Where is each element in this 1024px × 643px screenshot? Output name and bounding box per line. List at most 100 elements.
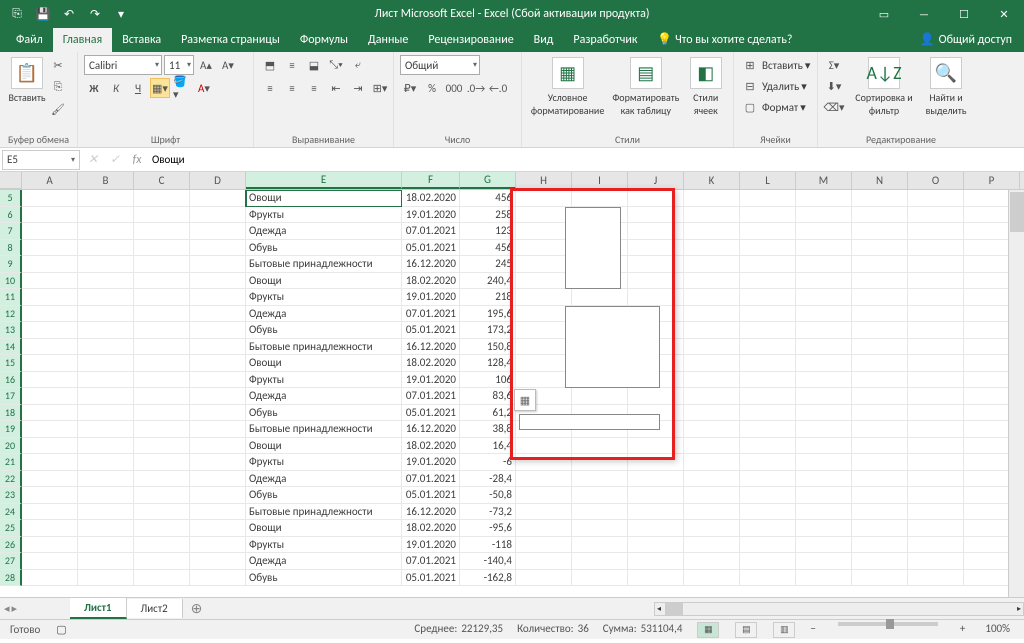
cell-H13[interactable] (516, 322, 572, 339)
row-header-9[interactable]: 9 (0, 256, 22, 273)
cell-G16[interactable]: 106 (460, 372, 516, 389)
cell-D22[interactable] (190, 471, 246, 488)
cell-B13[interactable] (78, 322, 134, 339)
cell-H11[interactable] (516, 289, 572, 306)
cell-C25[interactable] (134, 520, 190, 537)
sheet-nav-next-icon[interactable]: ▸ (12, 602, 18, 615)
column-header-F[interactable]: F (402, 172, 460, 189)
column-header-I[interactable]: I (572, 172, 628, 189)
cell-C23[interactable] (134, 487, 190, 504)
worksheet-grid[interactable]: ABCDEFGHIJKLMNOP 5Овощи18.02.20204566Фру… (0, 172, 1024, 597)
cell-J6[interactable] (628, 207, 684, 224)
cell-H24[interactable] (516, 504, 572, 521)
comma-icon[interactable]: 000 (444, 78, 464, 98)
vertical-scrollbar[interactable] (1008, 190, 1024, 597)
cell-L14[interactable] (740, 339, 796, 356)
cell-N13[interactable] (852, 322, 908, 339)
cell-I11[interactable] (572, 289, 628, 306)
cell-M6[interactable] (796, 207, 852, 224)
cell-O12[interactable] (908, 306, 964, 323)
cell-O21[interactable] (908, 454, 964, 471)
cell-A18[interactable] (22, 405, 78, 422)
cell-O26[interactable] (908, 537, 964, 554)
cell-G9[interactable]: 245 (460, 256, 516, 273)
cell-F21[interactable]: 19.01.2020 (402, 454, 460, 471)
conditional-formatting-button[interactable]: ▦Условное форматирование (528, 55, 607, 119)
cell-C18[interactable] (134, 405, 190, 422)
cell-B9[interactable] (78, 256, 134, 273)
view-normal-icon[interactable]: ▦ (697, 622, 719, 638)
cell-N10[interactable] (852, 273, 908, 290)
cell-I17[interactable] (572, 388, 628, 405)
cell-G5[interactable]: 456 (460, 190, 516, 207)
cell-E25[interactable]: Овощи (246, 520, 402, 537)
cell-A26[interactable] (22, 537, 78, 554)
cell-N21[interactable] (852, 454, 908, 471)
cell-G13[interactable]: 173,2 (460, 322, 516, 339)
cell-O6[interactable] (908, 207, 964, 224)
cell-D25[interactable] (190, 520, 246, 537)
cell-F6[interactable]: 19.01.2020 (402, 207, 460, 224)
cell-A7[interactable] (22, 223, 78, 240)
cell-J21[interactable] (628, 454, 684, 471)
view-page-break-icon[interactable]: ▥ (773, 622, 795, 638)
cell-H10[interactable] (516, 273, 572, 290)
row-header-12[interactable]: 12 (0, 306, 22, 323)
column-header-L[interactable]: L (740, 172, 796, 189)
cell-A22[interactable] (22, 471, 78, 488)
cell-F27[interactable]: 07.01.2021 (402, 553, 460, 570)
cell-F17[interactable]: 07.01.2021 (402, 388, 460, 405)
cell-M23[interactable] (796, 487, 852, 504)
cell-I24[interactable] (572, 504, 628, 521)
fill-icon[interactable]: ⬇▾ (824, 76, 844, 96)
column-header-P[interactable]: P (964, 172, 1020, 189)
row-header-10[interactable]: 10 (0, 273, 22, 290)
cell-L12[interactable] (740, 306, 796, 323)
cell-N28[interactable] (852, 570, 908, 587)
row-header-25[interactable]: 25 (0, 520, 22, 537)
cell-K28[interactable] (684, 570, 740, 587)
cell-O10[interactable] (908, 273, 964, 290)
cell-L22[interactable] (740, 471, 796, 488)
cell-J27[interactable] (628, 553, 684, 570)
cell-L5[interactable] (740, 190, 796, 207)
cell-N25[interactable] (852, 520, 908, 537)
sheet-tab-1[interactable]: Лист1 (70, 598, 127, 619)
cell-N12[interactable] (852, 306, 908, 323)
cell-I26[interactable] (572, 537, 628, 554)
cell-K19[interactable] (684, 421, 740, 438)
cell-O19[interactable] (908, 421, 964, 438)
row-header-16[interactable]: 16 (0, 372, 22, 389)
cell-E22[interactable]: Одежда (246, 471, 402, 488)
cell-A24[interactable] (22, 504, 78, 521)
cell-C15[interactable] (134, 355, 190, 372)
cell-O17[interactable] (908, 388, 964, 405)
cell-L16[interactable] (740, 372, 796, 389)
cell-B20[interactable] (78, 438, 134, 455)
redo-icon[interactable]: ↷ (84, 3, 106, 25)
orientation-icon[interactable]: ⤡▾ (326, 55, 346, 75)
cell-C8[interactable] (134, 240, 190, 257)
cell-E26[interactable]: Фрукты (246, 537, 402, 554)
number-format-combo[interactable]: Общий▾ (400, 55, 480, 75)
row-header-27[interactable]: 27 (0, 553, 22, 570)
cancel-icon[interactable]: ✕ (82, 150, 104, 170)
decrease-indent-icon[interactable]: ⇤ (326, 78, 346, 98)
save-icon[interactable]: 💾 (32, 3, 54, 25)
cell-B6[interactable] (78, 207, 134, 224)
cell-E5[interactable]: Овощи (246, 190, 402, 207)
chart-placeholder-1[interactable] (565, 207, 621, 289)
cell-B21[interactable] (78, 454, 134, 471)
cell-E27[interactable]: Одежда (246, 553, 402, 570)
cell-N6[interactable] (852, 207, 908, 224)
cell-M11[interactable] (796, 289, 852, 306)
cell-M9[interactable] (796, 256, 852, 273)
cell-M21[interactable] (796, 454, 852, 471)
fx-icon[interactable]: fx (126, 150, 148, 170)
row-header-5[interactable]: 5 (0, 190, 22, 207)
cell-I27[interactable] (572, 553, 628, 570)
macro-record-icon[interactable]: ▢ (50, 623, 72, 636)
find-select-button[interactable]: 🔍Найти и выделить (916, 55, 976, 119)
cell-C24[interactable] (134, 504, 190, 521)
cell-D24[interactable] (190, 504, 246, 521)
